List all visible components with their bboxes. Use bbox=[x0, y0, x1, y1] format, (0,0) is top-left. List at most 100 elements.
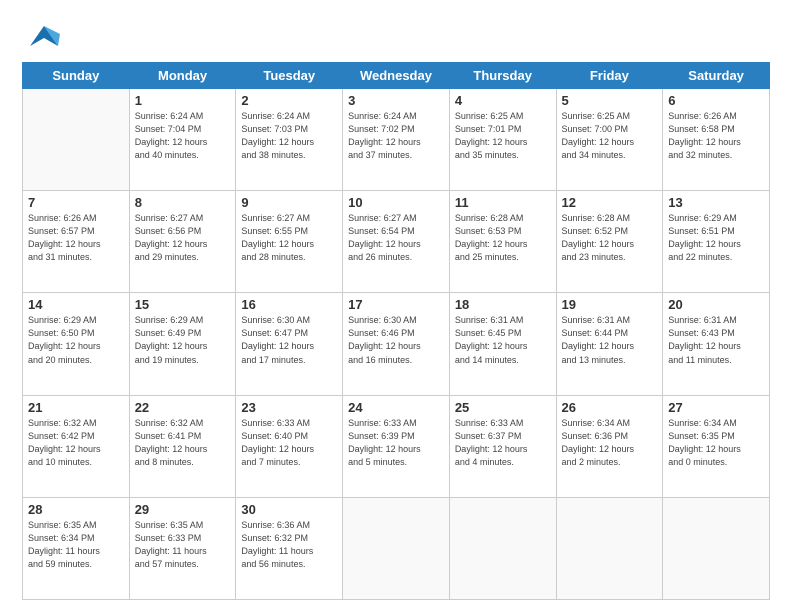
day-info: Sunrise: 6:31 AM Sunset: 6:43 PM Dayligh… bbox=[668, 314, 764, 366]
header bbox=[22, 18, 770, 54]
day-info: Sunrise: 6:29 AM Sunset: 6:49 PM Dayligh… bbox=[135, 314, 231, 366]
day-info: Sunrise: 6:28 AM Sunset: 6:53 PM Dayligh… bbox=[455, 212, 551, 264]
day-info: Sunrise: 6:24 AM Sunset: 7:04 PM Dayligh… bbox=[135, 110, 231, 162]
day-info: Sunrise: 6:30 AM Sunset: 6:46 PM Dayligh… bbox=[348, 314, 444, 366]
page: SundayMondayTuesdayWednesdayThursdayFrid… bbox=[0, 0, 792, 612]
calendar-cell: 1 Sunrise: 6:24 AM Sunset: 7:04 PM Daylig… bbox=[129, 89, 236, 191]
calendar-cell: 8 Sunrise: 6:27 AM Sunset: 6:56 PM Daylig… bbox=[129, 191, 236, 293]
calendar-week-row: 21 Sunrise: 6:32 AM Sunset: 6:42 PM Dayli… bbox=[23, 395, 770, 497]
day-number: 1 bbox=[135, 93, 231, 108]
weekday-header: Wednesday bbox=[343, 63, 450, 89]
weekday-header: Saturday bbox=[663, 63, 770, 89]
day-info: Sunrise: 6:26 AM Sunset: 6:57 PM Dayligh… bbox=[28, 212, 124, 264]
calendar-week-row: 1 Sunrise: 6:24 AM Sunset: 7:04 PM Daylig… bbox=[23, 89, 770, 191]
day-info: Sunrise: 6:35 AM Sunset: 6:33 PM Dayligh… bbox=[135, 519, 231, 571]
day-info: Sunrise: 6:32 AM Sunset: 6:42 PM Dayligh… bbox=[28, 417, 124, 469]
day-number: 5 bbox=[562, 93, 658, 108]
calendar-cell: 9Sunrise: 6:27 AM Sunset: 6:55 PM Daylig… bbox=[236, 191, 343, 293]
calendar-cell: 27 Sunrise: 6:34 AM Sunset: 6:35 PM Dayli… bbox=[663, 395, 770, 497]
calendar-cell: 22 Sunrise: 6:32 AM Sunset: 6:41 PM Dayli… bbox=[129, 395, 236, 497]
calendar-cell: 5 Sunrise: 6:25 AM Sunset: 7:00 PM Daylig… bbox=[556, 89, 663, 191]
calendar-cell: 16 Sunrise: 6:30 AM Sunset: 6:47 PM Dayli… bbox=[236, 293, 343, 395]
day-number: 10 bbox=[348, 195, 444, 210]
calendar-cell: 11 Sunrise: 6:28 AM Sunset: 6:53 PM Dayli… bbox=[449, 191, 556, 293]
day-info: Sunrise: 6:29 AM Sunset: 6:50 PM Dayligh… bbox=[28, 314, 124, 366]
day-number: 28 bbox=[28, 502, 124, 517]
calendar-cell: 14 Sunrise: 6:29 AM Sunset: 6:50 PM Dayli… bbox=[23, 293, 130, 395]
day-number: 15 bbox=[135, 297, 231, 312]
calendar-cell bbox=[663, 497, 770, 599]
calendar-cell: 19 Sunrise: 6:31 AM Sunset: 6:44 PM Dayli… bbox=[556, 293, 663, 395]
calendar-table: SundayMondayTuesdayWednesdayThursdayFrid… bbox=[22, 62, 770, 600]
weekday-header: Monday bbox=[129, 63, 236, 89]
day-number: 25 bbox=[455, 400, 551, 415]
day-number: 11 bbox=[455, 195, 551, 210]
weekday-header: Friday bbox=[556, 63, 663, 89]
calendar-cell: 17Sunrise: 6:30 AM Sunset: 6:46 PM Dayli… bbox=[343, 293, 450, 395]
calendar-cell: 13Sunrise: 6:29 AM Sunset: 6:51 PM Dayli… bbox=[663, 191, 770, 293]
day-info: Sunrise: 6:26 AM Sunset: 6:58 PM Dayligh… bbox=[668, 110, 764, 162]
calendar-cell: 18 Sunrise: 6:31 AM Sunset: 6:45 PM Dayli… bbox=[449, 293, 556, 395]
day-info: Sunrise: 6:27 AM Sunset: 6:55 PM Dayligh… bbox=[241, 212, 337, 264]
calendar-cell: 30 Sunrise: 6:36 AM Sunset: 6:32 PM Dayli… bbox=[236, 497, 343, 599]
day-info: Sunrise: 6:24 AM Sunset: 7:03 PM Dayligh… bbox=[241, 110, 337, 162]
day-info: Sunrise: 6:28 AM Sunset: 6:52 PM Dayligh… bbox=[562, 212, 658, 264]
day-info: Sunrise: 6:36 AM Sunset: 6:32 PM Dayligh… bbox=[241, 519, 337, 571]
day-number: 22 bbox=[135, 400, 231, 415]
calendar-cell: 28 Sunrise: 6:35 AM Sunset: 6:34 PM Dayli… bbox=[23, 497, 130, 599]
calendar-cell: 29 Sunrise: 6:35 AM Sunset: 6:33 PM Dayli… bbox=[129, 497, 236, 599]
calendar-cell bbox=[556, 497, 663, 599]
day-info: Sunrise: 6:33 AM Sunset: 6:39 PM Dayligh… bbox=[348, 417, 444, 469]
day-info: Sunrise: 6:33 AM Sunset: 6:37 PM Dayligh… bbox=[455, 417, 551, 469]
day-number: 14 bbox=[28, 297, 124, 312]
calendar-cell: 12 Sunrise: 6:28 AM Sunset: 6:52 PM Dayli… bbox=[556, 191, 663, 293]
day-number: 23 bbox=[241, 400, 337, 415]
day-info: Sunrise: 6:30 AM Sunset: 6:47 PM Dayligh… bbox=[241, 314, 337, 366]
weekday-header: Tuesday bbox=[236, 63, 343, 89]
day-number: 7 bbox=[28, 195, 124, 210]
day-number: 30 bbox=[241, 502, 337, 517]
calendar-cell: 10 Sunrise: 6:27 AM Sunset: 6:54 PM Dayli… bbox=[343, 191, 450, 293]
calendar-body: 1 Sunrise: 6:24 AM Sunset: 7:04 PM Daylig… bbox=[23, 89, 770, 600]
calendar-cell: 4Sunrise: 6:25 AM Sunset: 7:01 PM Daylig… bbox=[449, 89, 556, 191]
calendar-cell: 6 Sunrise: 6:26 AM Sunset: 6:58 PM Daylig… bbox=[663, 89, 770, 191]
day-number: 27 bbox=[668, 400, 764, 415]
day-number: 29 bbox=[135, 502, 231, 517]
calendar-week-row: 14 Sunrise: 6:29 AM Sunset: 6:50 PM Dayli… bbox=[23, 293, 770, 395]
day-info: Sunrise: 6:32 AM Sunset: 6:41 PM Dayligh… bbox=[135, 417, 231, 469]
day-number: 18 bbox=[455, 297, 551, 312]
day-number: 8 bbox=[135, 195, 231, 210]
day-number: 19 bbox=[562, 297, 658, 312]
calendar-header-row: SundayMondayTuesdayWednesdayThursdayFrid… bbox=[23, 63, 770, 89]
calendar-cell: 7 Sunrise: 6:26 AM Sunset: 6:57 PM Daylig… bbox=[23, 191, 130, 293]
day-info: Sunrise: 6:29 AM Sunset: 6:51 PM Dayligh… bbox=[668, 212, 764, 264]
day-info: Sunrise: 6:34 AM Sunset: 6:35 PM Dayligh… bbox=[668, 417, 764, 469]
calendar-cell: 24Sunrise: 6:33 AM Sunset: 6:39 PM Dayli… bbox=[343, 395, 450, 497]
calendar-cell: 20Sunrise: 6:31 AM Sunset: 6:43 PM Dayli… bbox=[663, 293, 770, 395]
day-info: Sunrise: 6:31 AM Sunset: 6:45 PM Dayligh… bbox=[455, 314, 551, 366]
day-number: 6 bbox=[668, 93, 764, 108]
day-number: 2 bbox=[241, 93, 337, 108]
day-number: 12 bbox=[562, 195, 658, 210]
calendar-week-row: 28 Sunrise: 6:35 AM Sunset: 6:34 PM Dayli… bbox=[23, 497, 770, 599]
calendar-cell: 3 Sunrise: 6:24 AM Sunset: 7:02 PM Daylig… bbox=[343, 89, 450, 191]
calendar-cell bbox=[343, 497, 450, 599]
day-number: 16 bbox=[241, 297, 337, 312]
calendar-cell: 21 Sunrise: 6:32 AM Sunset: 6:42 PM Dayli… bbox=[23, 395, 130, 497]
day-info: Sunrise: 6:25 AM Sunset: 7:00 PM Dayligh… bbox=[562, 110, 658, 162]
day-info: Sunrise: 6:27 AM Sunset: 6:54 PM Dayligh… bbox=[348, 212, 444, 264]
day-number: 26 bbox=[562, 400, 658, 415]
day-info: Sunrise: 6:31 AM Sunset: 6:44 PM Dayligh… bbox=[562, 314, 658, 366]
day-info: Sunrise: 6:24 AM Sunset: 7:02 PM Dayligh… bbox=[348, 110, 444, 162]
day-info: Sunrise: 6:27 AM Sunset: 6:56 PM Dayligh… bbox=[135, 212, 231, 264]
calendar-cell: 26 Sunrise: 6:34 AM Sunset: 6:36 PM Dayli… bbox=[556, 395, 663, 497]
day-info: Sunrise: 6:34 AM Sunset: 6:36 PM Dayligh… bbox=[562, 417, 658, 469]
day-info: Sunrise: 6:33 AM Sunset: 6:40 PM Dayligh… bbox=[241, 417, 337, 469]
day-number: 21 bbox=[28, 400, 124, 415]
day-number: 3 bbox=[348, 93, 444, 108]
day-info: Sunrise: 6:25 AM Sunset: 7:01 PM Dayligh… bbox=[455, 110, 551, 162]
calendar-cell: 23 Sunrise: 6:33 AM Sunset: 6:40 PM Dayli… bbox=[236, 395, 343, 497]
weekday-header: Thursday bbox=[449, 63, 556, 89]
day-info: Sunrise: 6:35 AM Sunset: 6:34 PM Dayligh… bbox=[28, 519, 124, 571]
weekday-header: Sunday bbox=[23, 63, 130, 89]
